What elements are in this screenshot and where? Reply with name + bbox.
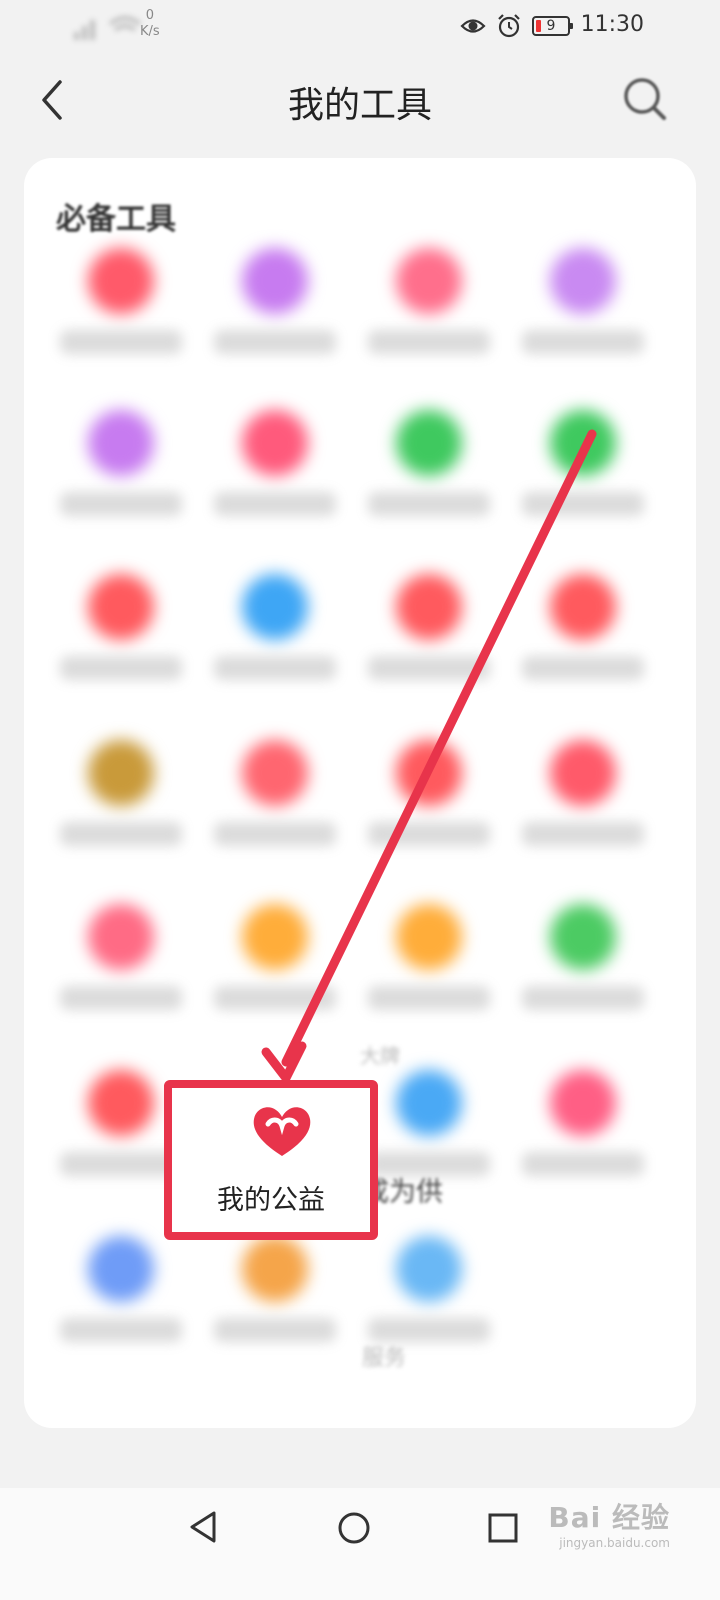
net-speed: 0 K/s [140,8,160,40]
tool-icon [396,740,462,806]
tool-label [522,656,644,680]
battery-level: 9 [546,18,556,34]
tool-icon [396,248,462,314]
system-nav-bar: Bai 经验 jingyan.baidu.com [0,1488,720,1600]
net-speed-value: 0 [145,8,154,23]
tool-label [60,656,182,680]
tool-icon [88,1070,154,1136]
nav-recent-icon[interactable] [488,1513,518,1543]
tool-item[interactable] [508,238,658,388]
tool-item[interactable] [200,1226,350,1376]
tool-icon [550,248,616,314]
tool-item[interactable] [508,564,658,714]
tool-icon [396,904,462,970]
tool-item[interactable] [508,400,658,550]
tool-icon [88,248,154,314]
tool-icon [396,574,462,640]
tool-icon [550,1070,616,1136]
tool-label [522,986,644,1010]
tool-icon [550,410,616,476]
tool-icon [88,574,154,640]
watermark-sub: jingyan.baidu.com [559,1536,670,1550]
my-charity-label: 我的公益 [217,1185,325,1216]
tool-icon [550,740,616,806]
tool-icon [88,904,154,970]
tool-item[interactable] [354,564,504,714]
tool-item[interactable] [200,730,350,880]
tool-item[interactable] [200,894,350,1044]
tool-label [368,822,490,846]
tool-label [214,822,336,846]
tool-icon [242,740,308,806]
tool-item[interactable] [354,730,504,880]
faded-service-label: 服务 [362,1346,407,1371]
tool-item[interactable] [46,238,196,388]
tool-label [214,1318,336,1342]
tool-label [522,1152,644,1176]
watermark-main: Bai 经验 [548,1501,670,1534]
tool-label [368,656,490,680]
tool-label [214,656,336,680]
tool-item[interactable] [508,894,658,1044]
tool-item[interactable] [46,730,196,880]
tool-label [60,822,182,846]
alarm-icon [498,14,520,38]
nav-home-icon[interactable] [336,1510,372,1546]
tool-icon [396,410,462,476]
tool-item[interactable] [46,564,196,714]
tool-icon [396,1236,462,1302]
tool-label [368,986,490,1010]
tool-label [60,492,182,516]
tool-label [60,330,182,354]
tool-icon [88,410,154,476]
tool-label [368,330,490,354]
tool-label [522,492,644,516]
tool-label [60,1318,182,1342]
tool-icon [242,248,308,314]
tool-label [368,492,490,516]
tool-item[interactable] [200,564,350,714]
tool-item[interactable] [354,400,504,550]
tool-label [214,330,336,354]
tool-item[interactable] [46,400,196,550]
faded-label: 大牌 [360,1044,400,1068]
tool-item[interactable] [200,400,350,550]
tool-icon [242,410,308,476]
search-icon[interactable] [622,76,668,122]
tool-label [214,492,336,516]
tool-icon [242,1236,308,1302]
tool-icon [550,574,616,640]
tool-item[interactable] [46,894,196,1044]
tool-icon [242,574,308,640]
watermark: Bai 经验 jingyan.baidu.com [548,1496,670,1550]
tool-item[interactable] [508,1060,658,1210]
net-speed-unit: K/s [140,24,160,39]
status-bar: 0 K/s 9 11:30 [0,0,720,56]
nav-back-icon[interactable] [186,1510,220,1544]
tool-label [60,986,182,1010]
heart-icon [253,1107,311,1156]
tool-icon [88,1236,154,1302]
header: 我的工具 [0,56,720,146]
tool-label [522,822,644,846]
page-title: 我的工具 [287,85,432,126]
section-title: 必备工具 [56,202,176,237]
tool-icon [396,1070,462,1136]
tool-label [368,1318,490,1342]
tool-item[interactable] [354,894,504,1044]
tool-item[interactable] [46,1226,196,1376]
tool-label [522,330,644,354]
clock: 11:30 [580,12,644,37]
tool-item[interactable] [508,730,658,880]
tool-item[interactable] [200,238,350,388]
tool-icon [242,904,308,970]
tool-label [214,986,336,1010]
battery-icon: 9 [532,16,573,36]
tool-icon [88,740,154,806]
my-charity-tool[interactable]: 我的公益 [164,1080,378,1240]
tool-icon [550,904,616,970]
eye-icon [460,19,486,33]
tool-item[interactable] [354,238,504,388]
